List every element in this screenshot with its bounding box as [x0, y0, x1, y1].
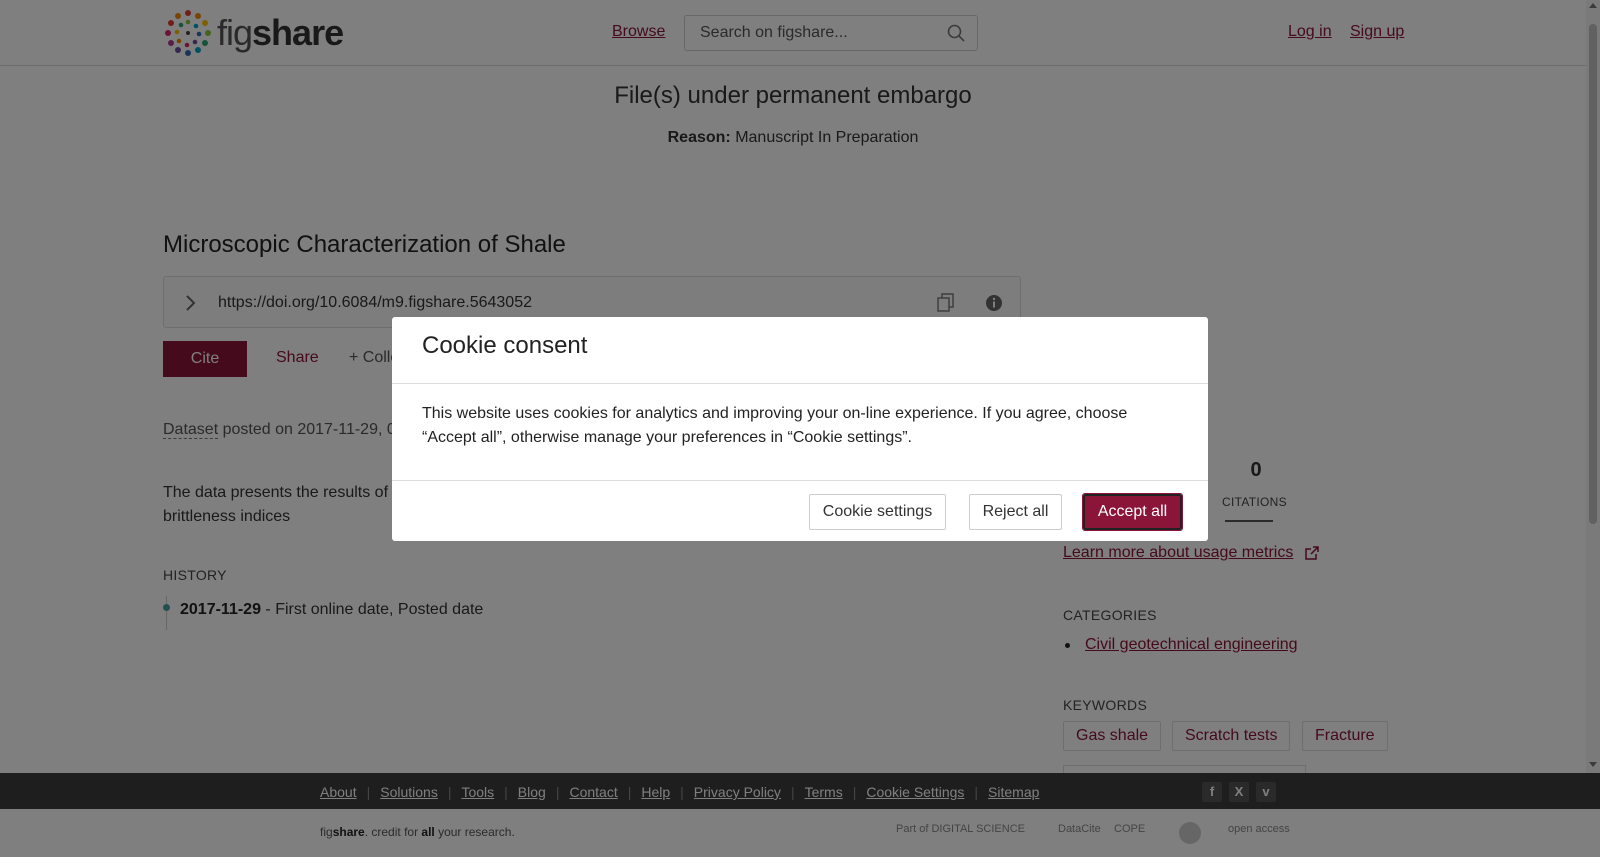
modal-title: Cookie consent — [422, 332, 588, 359]
modal-divider — [392, 480, 1208, 481]
cookie-settings-button[interactable]: Cookie settings — [809, 494, 946, 530]
cookie-consent-modal: Cookie consent This website uses cookies… — [392, 317, 1208, 541]
modal-body: This website uses cookies for analytics … — [422, 405, 1128, 446]
accept-all-button[interactable]: Accept all — [1082, 493, 1183, 531]
modal-divider — [392, 383, 1208, 384]
reject-all-button[interactable]: Reject all — [969, 494, 1062, 530]
